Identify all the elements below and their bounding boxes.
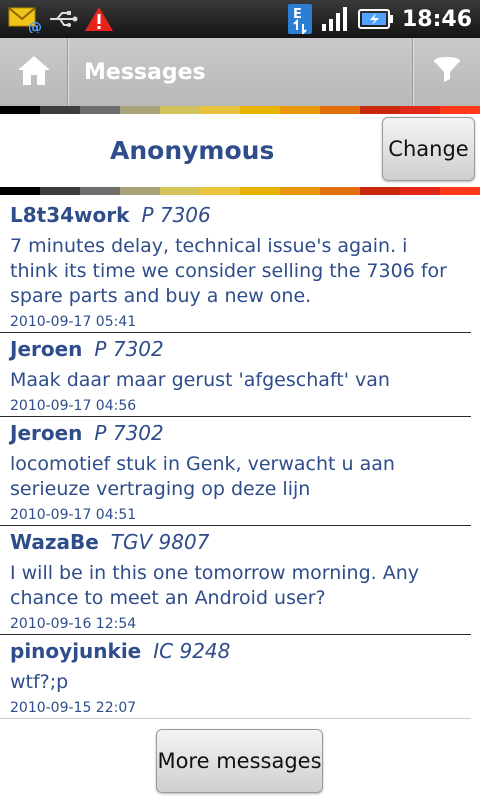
status-bar-notifications: @ xyxy=(0,5,114,33)
color-strip-segment xyxy=(400,106,440,114)
status-bar: @ E 18:46 xyxy=(0,0,480,38)
more-messages-button[interactable]: More messages xyxy=(156,729,323,793)
message-item[interactable]: L8t34work P 7306 7 minutes delay, techni… xyxy=(0,199,471,333)
color-strip-segment xyxy=(40,187,80,195)
color-strip-segment xyxy=(0,106,40,114)
message-user: Jeroen xyxy=(10,421,83,445)
color-strip-segment xyxy=(400,187,440,195)
usb-icon xyxy=(48,9,78,29)
svg-text:@: @ xyxy=(28,20,42,33)
message-item[interactable]: WazaBe TGV 9807 I will be in this one to… xyxy=(0,526,471,635)
filter-icon xyxy=(432,56,462,88)
change-button[interactable]: Change xyxy=(382,117,475,181)
color-strip-segment xyxy=(80,106,120,114)
status-bar-system: E 18:46 xyxy=(287,4,480,34)
home-icon xyxy=(16,53,52,91)
message-user: pinoyjunkie xyxy=(10,639,142,663)
color-strip-segment xyxy=(320,187,360,195)
color-strip-segment xyxy=(360,106,400,114)
color-strip-segment xyxy=(440,106,480,114)
message-text: Maak daar maar gerust 'afgeschaft' van xyxy=(10,369,390,391)
color-strip-segment xyxy=(280,106,320,114)
message-time: 2010-09-17 04:56 xyxy=(10,398,137,414)
color-strip-segment xyxy=(0,187,40,195)
color-strip-segment xyxy=(440,187,480,195)
color-strip-segment xyxy=(120,106,160,114)
color-strip-segment xyxy=(200,187,240,195)
color-strip-segment xyxy=(40,106,80,114)
message-user: WazaBe xyxy=(10,530,99,554)
color-strip-top xyxy=(0,106,480,114)
message-train: TGV 9807 xyxy=(110,530,210,554)
color-strip-segment xyxy=(240,106,280,114)
message-user: Jeroen xyxy=(10,337,83,361)
color-strip-segment xyxy=(240,187,280,195)
home-button[interactable] xyxy=(0,38,68,106)
color-strip-segment xyxy=(280,187,320,195)
message-train: P 7302 xyxy=(94,337,164,361)
user-header: Anonymous Change xyxy=(0,114,480,187)
message-item[interactable]: pinoyjunkie IC 9248 wtf?;p 2010-09-15 22… xyxy=(0,635,471,719)
message-time: 2010-09-15 22:07 xyxy=(10,700,137,716)
message-item[interactable]: Jeroen P 7302 locomotief stuk in Genk, v… xyxy=(0,417,471,526)
message-item[interactable]: Jeroen P 7302 Maak daar maar gerust 'afg… xyxy=(0,333,471,417)
action-bar-title: Messages xyxy=(84,59,206,85)
email-notification-icon: @ xyxy=(8,5,42,33)
message-text: 7 minutes delay, technical issue's again… xyxy=(10,235,447,307)
color-strip-segment xyxy=(320,106,360,114)
message-text: I will be in this one tomorrow morning. … xyxy=(10,562,419,609)
battery-charging-icon xyxy=(357,8,394,30)
message-text: wtf?;p xyxy=(10,671,69,693)
action-bar: Messages xyxy=(0,38,480,106)
color-strip-segment xyxy=(200,106,240,114)
color-strip-bottom xyxy=(0,187,480,195)
warning-icon xyxy=(84,6,114,32)
color-strip-segment xyxy=(120,187,160,195)
signal-icon xyxy=(320,6,350,32)
color-strip-segment xyxy=(360,187,400,195)
message-user: L8t34work xyxy=(10,203,130,227)
color-strip-segment xyxy=(160,106,200,114)
message-time: 2010-09-17 04:51 xyxy=(10,507,137,523)
color-strip-segment xyxy=(80,187,120,195)
message-time: 2010-09-17 05:41 xyxy=(10,314,137,330)
message-train: P 7302 xyxy=(94,421,164,445)
network-e-icon: E xyxy=(287,4,312,34)
message-train: P 7306 xyxy=(141,203,211,227)
filter-button[interactable] xyxy=(412,38,480,106)
messages-list: L8t34work P 7306 7 minutes delay, techni… xyxy=(0,199,480,719)
user-name: Anonymous xyxy=(110,136,275,165)
message-train: IC 9248 xyxy=(153,639,231,663)
message-text: locomotief stuk in Genk, verwacht u aan … xyxy=(10,453,395,500)
message-time: 2010-09-16 12:54 xyxy=(10,616,137,632)
color-strip-segment xyxy=(160,187,200,195)
status-bar-time: 18:46 xyxy=(401,6,472,32)
